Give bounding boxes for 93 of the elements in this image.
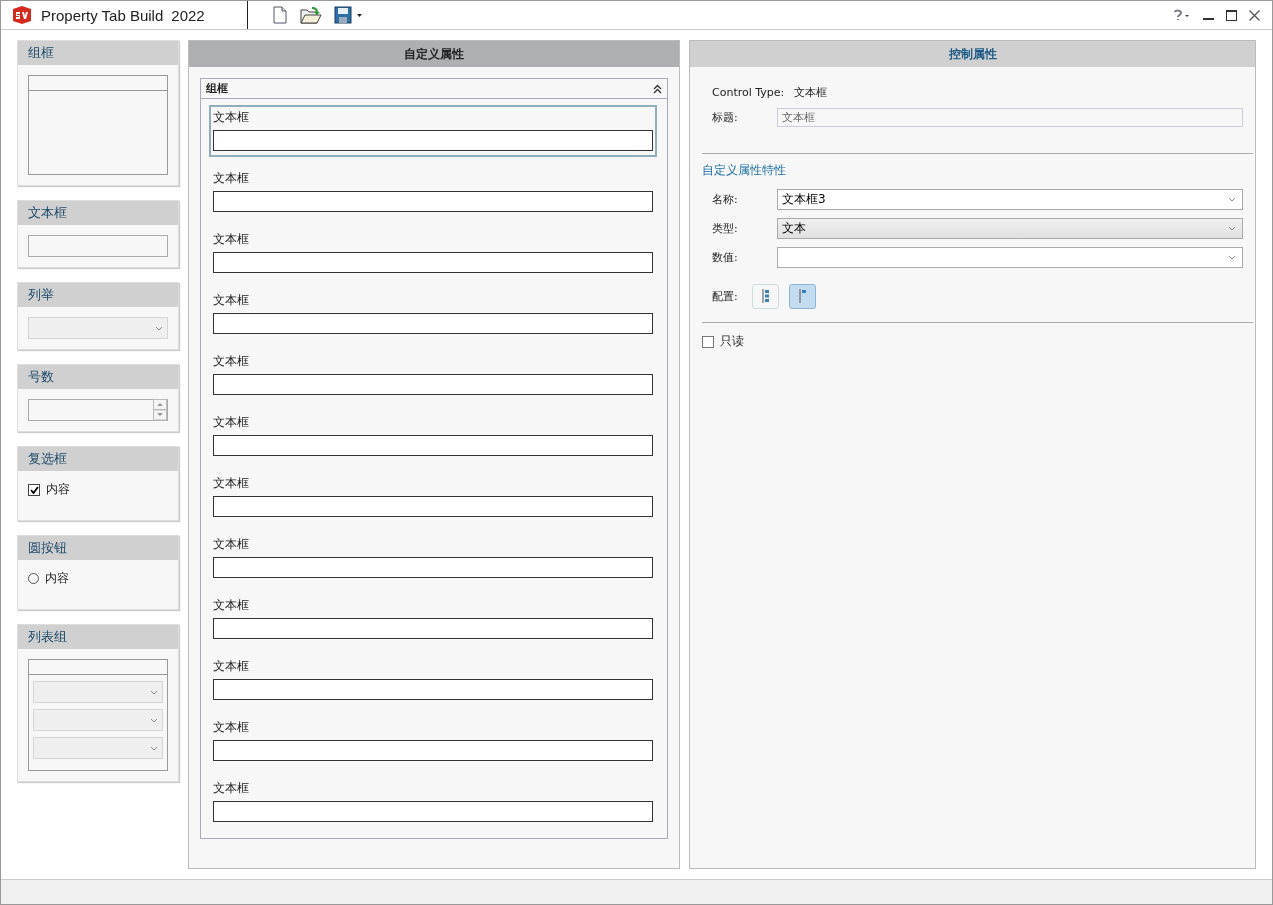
chevron-down-icon	[150, 745, 158, 751]
app-title: Property Tab Build	[41, 6, 164, 24]
text-field-control[interactable]: 文本框	[209, 471, 657, 523]
chevron-down-icon	[1228, 197, 1236, 202]
control-type-value: 文本框	[794, 84, 828, 100]
open-folder-icon[interactable]	[300, 6, 322, 24]
stacked-layout-icon	[761, 289, 770, 303]
text-input[interactable]	[213, 679, 653, 700]
text-input[interactable]	[213, 130, 653, 151]
control-type-label: Control Type:	[712, 85, 785, 99]
dropdown-field[interactable]: 文本	[777, 218, 1243, 239]
field-label: 文本框	[213, 780, 250, 797]
text-field-control[interactable]: 文本框	[209, 654, 657, 706]
palette-card-title: 圆按钮	[18, 536, 178, 560]
text-field-control[interactable]: 文本框	[209, 715, 657, 767]
palette-card[interactable]: 号数	[17, 364, 179, 432]
panel-title: 控制属性	[690, 41, 1255, 67]
collapse-icon[interactable]	[653, 83, 662, 94]
chevron-down-icon	[1228, 226, 1236, 231]
palette-card-title: 组框	[18, 41, 178, 65]
dropdown-field[interactable]: 文本框3	[777, 189, 1243, 210]
checkbox-label: 只读	[720, 333, 744, 350]
chevron-down-icon	[150, 689, 158, 695]
text-input[interactable]	[213, 740, 653, 761]
field-label: 文本框	[213, 597, 250, 614]
palette-card[interactable]: 圆按钮 内容	[17, 535, 179, 610]
checkbox[interactable]	[28, 483, 40, 496]
caption-label: 标题:	[712, 109, 739, 125]
text-field-control[interactable]: 文本框	[209, 532, 657, 584]
text-input[interactable]	[213, 496, 653, 517]
text-field-control[interactable]: 文本框	[209, 166, 657, 218]
text-field-control[interactable]: 文本框	[209, 105, 657, 157]
app-version: 2022	[171, 6, 205, 24]
text-input[interactable]	[213, 252, 653, 273]
field-label: 文本框	[213, 536, 250, 553]
text-input[interactable]	[213, 435, 653, 456]
dropdown-field[interactable]	[777, 247, 1243, 268]
palette-card-title: 复选框	[18, 447, 178, 471]
text-input[interactable]	[213, 313, 653, 334]
field-label: 文本框	[213, 475, 250, 492]
text-field-control[interactable]: 文本框	[209, 349, 657, 401]
chevron-down-icon	[155, 325, 163, 331]
chevron-down-icon	[1228, 255, 1236, 260]
group-title: 组框	[206, 81, 228, 96]
text-field-control[interactable]: 文本框	[209, 227, 657, 279]
palette-card-title: 列举	[18, 283, 178, 307]
panel-title: 自定义属性	[189, 41, 679, 67]
field-label: 文本框	[213, 719, 250, 736]
chevron-down-icon	[150, 717, 158, 723]
palette-card[interactable]: 列举	[17, 282, 179, 350]
config-label: 配置:	[712, 288, 739, 304]
field-label: 文本框	[213, 231, 250, 248]
field-label: 文本框	[213, 658, 250, 675]
palette-card[interactable]: 复选框 内容	[17, 446, 179, 521]
new-document-icon[interactable]	[272, 6, 288, 24]
palette-card[interactable]: 组框	[17, 40, 179, 186]
checkbox-label: 内容	[46, 481, 70, 498]
text-input[interactable]	[213, 801, 653, 822]
field-label: 文本框	[213, 170, 250, 187]
field-label: 文本框	[213, 353, 250, 370]
check-icon	[29, 485, 39, 494]
spin-arrows-icon	[153, 399, 167, 421]
text-field-control[interactable]: 文本框	[209, 593, 657, 645]
save-icon[interactable]	[334, 6, 364, 24]
app-logo-icon	[11, 5, 33, 25]
close-icon[interactable]	[1249, 9, 1260, 21]
caption-field[interactable]: 文本框	[777, 107, 1243, 127]
maximize-icon[interactable]	[1226, 9, 1237, 21]
help-icon[interactable]	[1173, 9, 1191, 21]
property-label: 数值:	[712, 250, 739, 265]
section-title: 自定义属性特性	[702, 162, 787, 179]
flag-layout-icon	[798, 289, 807, 303]
palette-card[interactable]: 文本框	[17, 200, 179, 268]
property-label: 类型:	[712, 221, 739, 236]
text-input[interactable]	[213, 374, 653, 395]
text-field-control[interactable]: 文本框	[209, 410, 657, 462]
radio-label: 内容	[45, 570, 69, 587]
layout-toggle-button[interactable]	[789, 283, 816, 309]
layout-toggle-button[interactable]	[752, 283, 779, 309]
text-field-control[interactable]: 文本框	[209, 288, 657, 340]
field-label: 文本框	[213, 414, 250, 431]
palette-card-title: 号数	[18, 365, 178, 389]
checkbox[interactable]	[702, 335, 714, 348]
palette-card-title: 列表组	[18, 625, 178, 649]
text-input[interactable]	[213, 618, 653, 639]
text-input[interactable]	[213, 191, 653, 212]
field-label: 文本框	[213, 109, 250, 126]
palette-card-title: 文本框	[18, 201, 178, 225]
palette-card[interactable]: 列表组	[17, 624, 179, 782]
property-label: 名称:	[712, 192, 739, 207]
text-field-control[interactable]: 文本框	[209, 776, 657, 828]
field-label: 文本框	[213, 292, 250, 309]
text-input[interactable]	[213, 557, 653, 578]
